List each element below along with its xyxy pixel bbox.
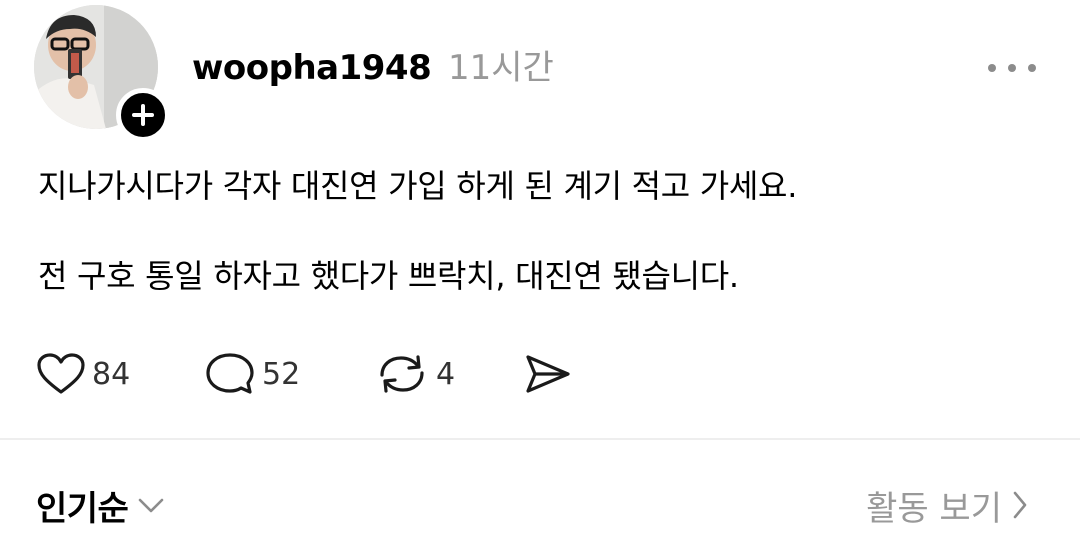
sort-dropdown[interactable]: 인기순 bbox=[36, 482, 168, 529]
chevron-down-icon bbox=[139, 498, 164, 513]
repost-icon bbox=[380, 355, 424, 393]
view-activity-label: 활동 보기 bbox=[866, 488, 1002, 529]
comment-icon bbox=[206, 353, 254, 394]
reply-count: 52 bbox=[262, 356, 301, 392]
plus-icon bbox=[132, 104, 154, 126]
post-text-line: 지나가시다가 각자 대진연 가입 하게 된 계기 적고 가세요. bbox=[38, 167, 798, 205]
chevron-right-icon bbox=[1013, 491, 1027, 519]
like-count: 84 bbox=[92, 356, 131, 392]
more-horizontal-icon bbox=[988, 64, 996, 72]
send-icon bbox=[526, 355, 570, 393]
divider bbox=[0, 438, 1080, 440]
reply-button[interactable]: 52 bbox=[204, 350, 300, 398]
more-options-button[interactable] bbox=[988, 58, 1036, 78]
sort-label: 인기순 bbox=[36, 488, 129, 529]
like-button[interactable]: 84 bbox=[36, 350, 130, 398]
heart-icon bbox=[37, 353, 85, 394]
username[interactable]: woopha1948 bbox=[192, 46, 432, 90]
post-timestamp: 11시간 bbox=[448, 48, 554, 88]
repost-count: 4 bbox=[436, 356, 456, 392]
view-activity-link[interactable]: 활동 보기 bbox=[866, 482, 1030, 529]
avatar-container[interactable] bbox=[34, 5, 170, 142]
follow-button[interactable] bbox=[116, 88, 170, 142]
thread-post: woopha1948 11시간 지나가시다가 각자 대진연 가입 하게 된 계기… bbox=[0, 0, 1080, 535]
repost-button[interactable]: 4 bbox=[374, 350, 455, 398]
share-button[interactable] bbox=[522, 350, 574, 398]
post-text-line: 전 구호 통일 하자고 했다가 쁘락치, 대진연 됐습니다. bbox=[38, 257, 739, 295]
